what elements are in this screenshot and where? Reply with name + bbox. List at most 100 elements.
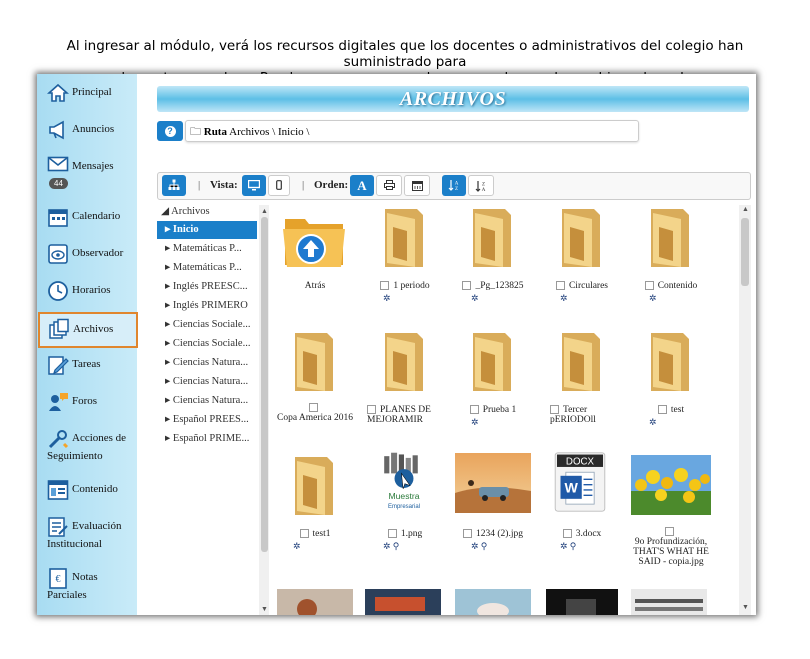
file-item[interactable]: 9o Profundización, THAT'S WHAT HE SAID -… bbox=[631, 455, 711, 595]
file-checkbox[interactable] bbox=[644, 281, 654, 291]
gear-search-icons[interactable]: ✲ ⚲ bbox=[560, 541, 576, 552]
files-icon bbox=[49, 318, 69, 339]
unread-badge: 44 bbox=[49, 178, 68, 189]
file-checkbox[interactable] bbox=[299, 529, 309, 539]
sidebar-item-foros[interactable]: Foros bbox=[39, 391, 135, 421]
tree-item[interactable]: ▸ Inglés PRIMERO bbox=[165, 297, 259, 315]
tree-item[interactable]: ▸ Ciencias Sociale... bbox=[165, 316, 259, 334]
tree-item[interactable]: ▸ Matemáticas P... bbox=[165, 259, 259, 277]
view-mobile-button[interactable] bbox=[268, 175, 290, 196]
sidebar-item-acciones-seguimiento[interactable]: Acciones de Seguimiento bbox=[39, 428, 135, 470]
file-item[interactable]: test1 ✲ bbox=[275, 453, 355, 573]
tree-item[interactable]: ▸ Ciencias Natura... bbox=[165, 354, 259, 372]
gear-icon[interactable]: ✲ bbox=[293, 541, 301, 552]
file-item[interactable]: 1234 (2).jpg ✲ ⚲ bbox=[453, 453, 533, 573]
sidebar-item-principal[interactable]: Principal bbox=[39, 82, 135, 112]
file-item[interactable] bbox=[275, 589, 355, 615]
file-checkbox[interactable] bbox=[469, 405, 479, 415]
scroll-up-arrow[interactable]: ▲ bbox=[261, 207, 268, 215]
tree-item[interactable]: ▸ Español PRIME... bbox=[165, 430, 259, 448]
folder-outline-icon: 🗀 bbox=[190, 126, 201, 138]
file-checkbox[interactable] bbox=[562, 529, 572, 539]
gear-icon[interactable]: ✲ bbox=[471, 293, 479, 304]
files-scrollbar-thumb[interactable] bbox=[741, 218, 749, 286]
order-alpha-button[interactable]: A bbox=[350, 175, 374, 196]
sidebar-item-observador[interactable]: Observador bbox=[39, 243, 135, 273]
file-item[interactable]: Tercer pERIODOll bbox=[542, 329, 622, 449]
file-name: Prueba 1 bbox=[482, 405, 517, 415]
sidebar-item-label: Principal bbox=[72, 86, 112, 98]
toolbar-separator: | bbox=[198, 179, 201, 191]
gear-icon[interactable]: ✲ bbox=[560, 293, 568, 304]
file-item[interactable]: 1 periodo ✲ bbox=[365, 205, 445, 315]
gear-icon[interactable]: ✲ bbox=[383, 293, 391, 304]
sidebar-item-evaluacion-institucional[interactable]: Evaluación Institucional bbox=[39, 516, 135, 558]
tree-scrollbar-thumb[interactable] bbox=[261, 217, 268, 552]
file-name: Atrás bbox=[304, 281, 326, 291]
file-checkbox[interactable] bbox=[657, 405, 667, 415]
gear-search-icons[interactable]: ✲ ⚲ bbox=[383, 541, 399, 552]
tree-toggle-button[interactable] bbox=[162, 175, 186, 196]
file-item[interactable] bbox=[542, 589, 622, 615]
help-button[interactable]: ? bbox=[157, 121, 183, 141]
view-desktop-button[interactable] bbox=[242, 175, 266, 196]
file-item[interactable]: Copa America 2016 bbox=[275, 329, 355, 449]
scroll-up-arrow[interactable]: ▲ bbox=[742, 206, 749, 213]
sidebar-item-tareas[interactable]: Tareas bbox=[39, 354, 135, 384]
scroll-down-arrow[interactable]: ▼ bbox=[261, 605, 268, 613]
file-checkbox[interactable] bbox=[463, 529, 473, 539]
sidebar-item-anuncios[interactable]: Anuncios bbox=[39, 119, 135, 149]
forum-icon bbox=[49, 393, 68, 411]
file-checkbox[interactable] bbox=[380, 281, 390, 291]
order-print-button[interactable] bbox=[376, 175, 402, 196]
file-item[interactable] bbox=[631, 589, 711, 615]
sidebar-item-calendario[interactable]: Calendario bbox=[39, 206, 135, 236]
order-date-button[interactable] bbox=[404, 175, 430, 196]
tree-item[interactable]: ▸ Español PREES... bbox=[165, 411, 259, 429]
file-item[interactable]: test ✲ bbox=[631, 329, 711, 449]
gear-search-icons[interactable]: ✲ ⚲ bbox=[471, 541, 487, 552]
tree-item[interactable]: ▸ Ciencias Natura... bbox=[165, 373, 259, 391]
tree-item[interactable]: ▸ Inglés PREESC... bbox=[165, 278, 259, 296]
file-checkbox[interactable] bbox=[664, 527, 674, 537]
tree-item-inicio[interactable]: ▸ Inicio bbox=[157, 221, 257, 239]
file-checkbox[interactable] bbox=[308, 403, 318, 413]
tree-item-label: Matemáticas P... bbox=[172, 262, 242, 273]
gear-icon[interactable]: ✲ bbox=[649, 293, 657, 304]
file-checkbox[interactable] bbox=[462, 281, 472, 291]
tree-item[interactable]: ▸ Ciencias Sociale... bbox=[165, 335, 259, 353]
file-checkbox[interactable] bbox=[387, 529, 397, 539]
file-item[interactable]: Muestra Empresarial 1.png ✲ ⚲ bbox=[365, 451, 445, 571]
scroll-down-arrow[interactable]: ▼ bbox=[742, 604, 749, 611]
tree-root[interactable]: ◢ Archivos bbox=[161, 205, 210, 217]
file-checkbox[interactable] bbox=[555, 281, 565, 291]
gear-icon[interactable]: ✲ bbox=[649, 417, 657, 428]
file-item[interactable]: Contenido ✲ bbox=[631, 205, 711, 315]
gear-icon[interactable]: ✲ bbox=[471, 417, 479, 428]
sort-ascending-button[interactable]: AZ bbox=[442, 175, 466, 196]
back-item[interactable]: Atrás bbox=[275, 209, 355, 319]
sidebar-item-notas-parciales[interactable]: € Notas Parciales bbox=[39, 567, 135, 609]
sidebar-item-archivos[interactable]: Archivos bbox=[38, 312, 138, 348]
sidebar-item-label: Foros bbox=[72, 395, 98, 407]
file-checkbox[interactable] bbox=[367, 405, 376, 415]
page-title-bar: ARCHIVOS bbox=[157, 86, 749, 112]
tree-item[interactable]: ▸ Ciencias Natura... bbox=[165, 392, 259, 410]
sidebar-item-contenido[interactable]: Contenido bbox=[39, 479, 135, 509]
sidebar-item-label: Contenido bbox=[72, 483, 118, 495]
file-item[interactable]: PLANES DE MEJORAMIR bbox=[365, 329, 445, 449]
file-item[interactable]: Circulares ✲ bbox=[542, 205, 622, 315]
sidebar-item-mensajes[interactable]: Mensajes 44 bbox=[39, 156, 135, 196]
mobile-icon bbox=[276, 180, 282, 190]
breadcrumb-path[interactable]: Archivos \ Inicio \ bbox=[229, 126, 309, 138]
file-item[interactable]: Prueba 1 ✲ bbox=[453, 329, 533, 449]
file-item[interactable] bbox=[365, 589, 445, 615]
sidebar-item-horarios[interactable]: Horarios bbox=[39, 280, 135, 310]
file-item[interactable]: DOCX W 3.docx ✲ ⚲ bbox=[542, 451, 622, 571]
file-checkbox[interactable] bbox=[550, 405, 559, 415]
file-item[interactable] bbox=[453, 589, 533, 615]
sort-descending-button[interactable]: ZA bbox=[468, 175, 494, 196]
tree-item[interactable]: ▸ Matemáticas P... bbox=[165, 240, 259, 258]
file-item[interactable]: _Pg_123825 ✲ bbox=[453, 205, 533, 315]
docx-file-icon: DOCX W bbox=[554, 452, 606, 512]
